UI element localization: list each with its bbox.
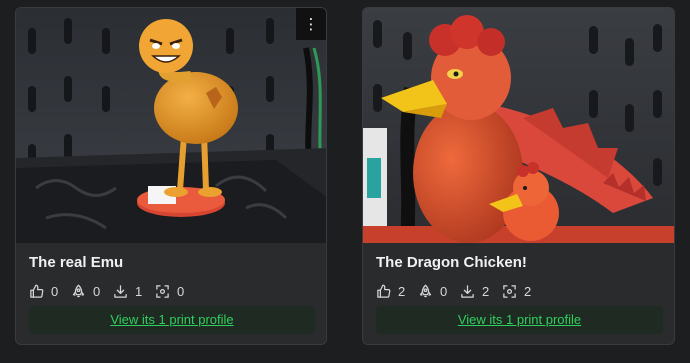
view-print-profile-link[interactable]: View its 1 print profile [376, 306, 663, 334]
model-thumbnail[interactable]: ⋮ [16, 8, 326, 243]
scan-icon [156, 285, 169, 298]
boost-count: 0 [440, 284, 448, 299]
rocket-icon [419, 284, 432, 298]
like-count: 2 [398, 284, 406, 299]
model-stats: 0 0 1 0 [29, 284, 197, 299]
boost-stat[interactable]: 0 [71, 284, 101, 299]
download-icon [461, 285, 474, 298]
model-thumbnail[interactable] [363, 8, 674, 243]
download-stat[interactable]: 2 [460, 284, 490, 299]
like-stat[interactable]: 2 [376, 284, 406, 299]
download-stat[interactable]: 1 [113, 284, 143, 299]
boost-stat[interactable]: 0 [418, 284, 448, 299]
print-stat[interactable]: 2 [502, 284, 532, 299]
view-print-profile-link[interactable]: View its 1 print profile [29, 306, 315, 334]
download-count: 2 [482, 284, 490, 299]
more-options-icon[interactable]: ⋮ [296, 8, 326, 40]
emu-photo [16, 8, 326, 243]
print-stat[interactable]: 0 [155, 284, 185, 299]
model-stats: 2 0 2 2 [376, 284, 544, 299]
model-grid: ⋮ The real Emu 0 0 1 0 View its 1 print … [0, 0, 690, 363]
download-count: 1 [135, 284, 143, 299]
thumbs-up-icon [377, 284, 391, 298]
like-stat[interactable]: 0 [29, 284, 59, 299]
rocket-icon [72, 284, 85, 298]
scan-icon [503, 285, 516, 298]
model-title[interactable]: The real Emu [29, 254, 123, 271]
dragon-chicken-photo [363, 8, 674, 243]
model-card[interactable]: The Dragon Chicken! 2 0 2 2 View its 1 p… [362, 7, 675, 345]
model-card[interactable]: ⋮ The real Emu 0 0 1 0 View its 1 print … [15, 7, 327, 345]
print-count: 0 [177, 284, 185, 299]
print-count: 2 [524, 284, 532, 299]
like-count: 0 [51, 284, 59, 299]
thumbs-up-icon [30, 284, 44, 298]
boost-count: 0 [93, 284, 101, 299]
download-icon [114, 285, 127, 298]
model-title[interactable]: The Dragon Chicken! [376, 254, 527, 271]
